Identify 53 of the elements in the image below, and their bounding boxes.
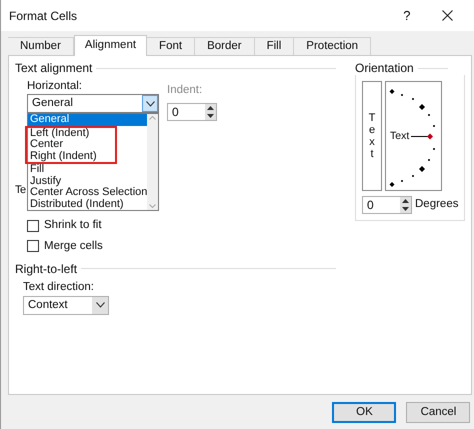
group-title: Te [15, 183, 26, 198]
dropdown-option[interactable]: Left (Indent) [28, 128, 115, 139]
group-title: Orientation [355, 61, 414, 75]
close-icon[interactable] [442, 10, 454, 21]
dropdown-value: Context [27, 298, 69, 313]
spin-arrows-icon [400, 197, 411, 213]
tab[interactable]: Number [8, 37, 74, 55]
dropdown-option[interactable]: Center Across Selection [28, 187, 148, 198]
scroll-down-icon [149, 204, 156, 208]
chevron-down-icon [96, 302, 104, 308]
orientation-dial[interactable]: Text [385, 81, 442, 191]
angle-pointer-icon [411, 133, 434, 140]
vertical-text-button[interactable]: Text [362, 81, 382, 191]
tab[interactable]: Protection [294, 37, 372, 55]
field-label: Indent: [167, 83, 204, 98]
checkbox-label: Merge cells [44, 238, 103, 254]
checkbox[interactable] [27, 220, 39, 232]
degrees-label: Degrees [415, 197, 458, 212]
dropdown-arrow-button[interactable] [142, 95, 158, 112]
number-spinner[interactable]: 0 [167, 103, 217, 122]
horizontal-dropdown[interactable]: General [27, 94, 159, 113]
spinner-value: 0 [366, 197, 375, 214]
field-label: Text direction: [23, 280, 95, 294]
tab[interactable]: Border [195, 37, 255, 55]
text-direction-dropdown[interactable]: Context [23, 296, 109, 315]
dropdown-option[interactable]: General [28, 114, 148, 126]
group-title: Right-to-left [15, 262, 78, 276]
window-title: Format Cells [9, 8, 78, 24]
dialog-button[interactable]: OK [332, 402, 396, 423]
spinner-value: 0 [171, 104, 180, 122]
scrollbar[interactable] [147, 114, 158, 210]
dropdown-option[interactable]: Fill [28, 164, 148, 176]
vertical-text: Text [368, 112, 376, 160]
tab[interactable]: Alignment [74, 35, 148, 56]
checkbox[interactable] [27, 240, 39, 252]
scroll-up-icon [149, 116, 156, 120]
number-spinner[interactable]: 0 [362, 196, 412, 214]
dropdown-value: General [31, 96, 74, 111]
spin-arrows-icon [205, 104, 216, 120]
dropdown-option[interactable]: Distributed (Indent) [28, 198, 148, 210]
tab[interactable]: Fill [254, 37, 294, 55]
dropdown-option[interactable]: Right (Indent) [28, 150, 115, 162]
chevron-down-icon [146, 100, 154, 106]
group-title: Text alignment [15, 61, 92, 75]
help-button[interactable]: ? [403, 6, 410, 26]
dialog-button[interactable]: Cancel [406, 402, 470, 423]
checkbox-label: Shrink to fit [44, 218, 102, 234]
field-label: Horizontal: [27, 79, 83, 93]
dial-text: Text [390, 129, 410, 144]
tab[interactable]: Font [147, 37, 196, 55]
dropdown-option[interactable]: Justify [28, 176, 148, 187]
dropdown-arrow-button[interactable] [92, 296, 108, 314]
dropdown-option[interactable]: Center [28, 139, 115, 150]
